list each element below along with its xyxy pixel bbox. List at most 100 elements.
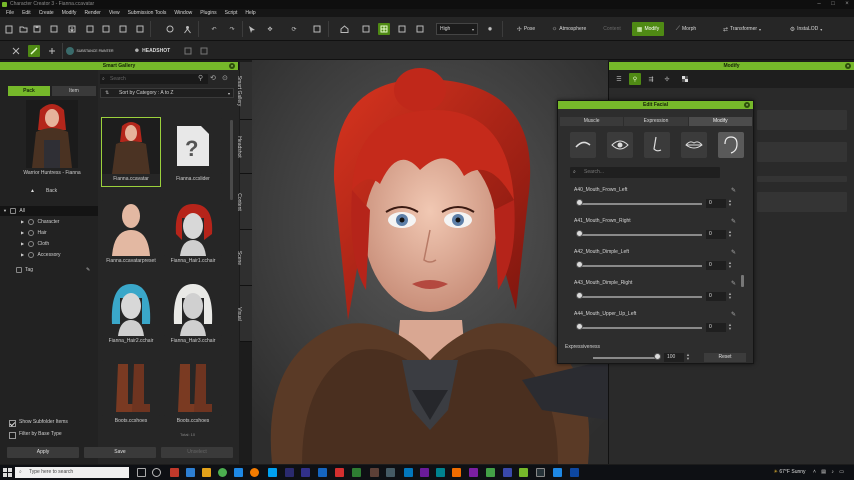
home-view-icon[interactable] xyxy=(338,23,350,35)
slider-list-scrollbar[interactable] xyxy=(741,275,744,287)
edit-pencil-icon[interactable]: ✎ xyxy=(731,311,736,318)
taskbar-app-icon[interactable] xyxy=(268,468,277,477)
tree-item-all[interactable]: ▼ All xyxy=(0,206,98,216)
slider-handle[interactable] xyxy=(576,230,583,237)
sort-dropdown[interactable]: ⇅ Sort by Category : A to Z ▾ xyxy=(100,88,234,98)
zoom-camera-icon[interactable] xyxy=(164,23,176,35)
tree-item-tag[interactable]: Tag ✎ xyxy=(0,265,98,275)
windows-start-icon[interactable] xyxy=(3,468,12,477)
spin-buttons[interactable]: ▲ ▼ xyxy=(727,230,733,239)
edit-pencil-icon[interactable]: ✎ xyxy=(731,249,736,256)
slider-track[interactable] xyxy=(578,327,702,329)
reset-button[interactable]: Reset xyxy=(704,353,746,362)
slider-track[interactable] xyxy=(578,265,702,267)
gallery-scrollbar[interactable] xyxy=(230,120,233,200)
atmosphere-button[interactable]: ☼ Atmosphere xyxy=(547,23,591,35)
taskbar-app-icon[interactable] xyxy=(386,468,395,477)
export-fbx-icon[interactable] xyxy=(100,23,112,35)
gallery-item-fianna-hair2[interactable]: Fianna_Hair2.cchair xyxy=(102,280,160,348)
gallery-item-fianna-slider[interactable]: ? Fianna.ccslider xyxy=(164,118,222,186)
tab-scene[interactable]: Scene xyxy=(236,230,252,286)
tab-content[interactable]: Content xyxy=(236,174,252,230)
select-icon[interactable] xyxy=(246,23,258,35)
task-view-icon[interactable] xyxy=(137,468,146,477)
spin-buttons[interactable]: ▲ ▼ xyxy=(727,323,733,332)
morph-tab-icon[interactable]: ⚲ xyxy=(629,73,641,85)
chrome-icon[interactable] xyxy=(218,468,227,477)
camera-download-icon[interactable] xyxy=(360,23,372,35)
render-image-icon[interactable] xyxy=(117,23,129,35)
transformer-button[interactable]: ⇄ Transformer ▾ xyxy=(718,23,766,35)
gallery-item-boots-1[interactable]: Boots.ccshoes xyxy=(102,360,160,428)
taskbar-app-icon[interactable] xyxy=(503,468,512,477)
tab-modify[interactable]: Modify xyxy=(688,117,752,126)
gallery-item-fianna-avatar[interactable]: Fianna.ccavatar xyxy=(101,117,161,187)
head-category-button[interactable] xyxy=(718,132,744,158)
menu-modify[interactable]: Modify xyxy=(58,9,81,17)
move-icon[interactable]: ✥ xyxy=(264,23,276,35)
taskbar-app-icon[interactable] xyxy=(404,468,413,477)
tree-item-accessory[interactable]: ▶ Accessory xyxy=(0,250,98,260)
tab-muscle[interactable]: Muscle xyxy=(560,117,624,126)
pose-tab-icon[interactable]: ✢ xyxy=(661,73,673,85)
tray-chevron-icon[interactable]: ˄ xyxy=(813,469,816,475)
menu-view[interactable]: View xyxy=(105,9,124,17)
headshot-sync-icon[interactable] xyxy=(198,45,210,57)
wire-icon[interactable] xyxy=(46,45,58,57)
taskbar-app-icon[interactable] xyxy=(452,468,461,477)
menu-edit[interactable]: Edit xyxy=(18,9,35,17)
import-icon[interactable] xyxy=(66,23,78,35)
edit-facial-header[interactable]: Edit Facial × xyxy=(558,101,753,109)
slider-handle[interactable] xyxy=(576,323,583,330)
brow-category-button[interactable] xyxy=(570,132,596,158)
tree-item-character[interactable]: ▶ Character xyxy=(0,217,98,227)
grid-toggle-icon[interactable] xyxy=(378,23,390,35)
slider-value-field[interactable]: 0 xyxy=(706,261,726,270)
slider-track[interactable] xyxy=(578,296,702,298)
frame-icon[interactable] xyxy=(396,23,408,35)
slider-value-field[interactable]: 0 xyxy=(706,292,726,301)
network-icon[interactable]: ▤ xyxy=(821,469,826,475)
modify-button[interactable]: ▦ Modify xyxy=(632,22,664,36)
instalod-button[interactable]: ⚙ InstaLOD ▾ xyxy=(782,23,830,35)
save-button[interactable]: Save xyxy=(84,447,156,458)
unselect-button[interactable]: Unselect xyxy=(161,447,233,458)
taskbar-app-icon[interactable] xyxy=(420,468,429,477)
expressiveness-slider-track[interactable] xyxy=(593,357,657,359)
slider-handle[interactable] xyxy=(576,199,583,206)
apply-button[interactable]: Apply xyxy=(7,447,79,458)
content-button[interactable]: Content xyxy=(596,23,628,35)
taskbar-search-input[interactable]: ⌕ Type here to search xyxy=(15,467,129,478)
taskbar-app-icon[interactable] xyxy=(352,468,361,477)
edit-mesh-icon[interactable] xyxy=(28,45,40,57)
close-icon[interactable]: × xyxy=(744,102,750,108)
gallery-item-fianna-hair1[interactable]: Fianna_Hair1.cchair xyxy=(164,200,222,268)
render-video-icon[interactable] xyxy=(134,23,146,35)
taskbar-app-icon[interactable] xyxy=(436,468,445,477)
taskbar-app-icon[interactable] xyxy=(186,468,195,477)
back-button[interactable]: ▲ Back xyxy=(0,186,98,196)
menu-render[interactable]: Render xyxy=(80,9,104,17)
tab-smart-gallery[interactable]: Smart Gallery xyxy=(236,62,252,120)
gallery-search-input[interactable]: ⌕ Search xyxy=(100,74,208,84)
edit-pencil-icon[interactable]: ✎ xyxy=(731,187,736,194)
taskbar-app-icon[interactable] xyxy=(335,468,344,477)
attribute-tab-icon[interactable]: ☰ xyxy=(613,73,625,85)
edit-pencil-icon[interactable]: ✎ xyxy=(731,218,736,225)
menu-submission-tools[interactable]: Submission Tools xyxy=(124,9,171,17)
menu-window[interactable]: Window xyxy=(170,9,196,17)
save-icon[interactable] xyxy=(31,23,43,35)
morph-button[interactable]: ⟋ Morph xyxy=(670,23,702,35)
close-window-button[interactable]: × xyxy=(840,0,854,9)
character-creator-taskbar-icon[interactable] xyxy=(519,468,528,477)
expressiveness-value-field[interactable]: 100 xyxy=(664,353,684,362)
refresh-icon[interactable]: ⟲ xyxy=(210,74,220,84)
scale-icon[interactable] xyxy=(311,23,323,35)
slider-value-field[interactable]: 0 xyxy=(706,323,726,332)
spin-buttons[interactable]: ▲ ▼ xyxy=(727,199,733,208)
undo-icon[interactable]: ↶ xyxy=(208,23,220,35)
edit-pencil-icon[interactable]: ✎ xyxy=(86,265,90,275)
taskbar-app-icon[interactable] xyxy=(469,468,478,477)
motion-tab-icon[interactable]: ⇶ xyxy=(645,73,657,85)
minimize-button[interactable]: – xyxy=(812,0,826,9)
